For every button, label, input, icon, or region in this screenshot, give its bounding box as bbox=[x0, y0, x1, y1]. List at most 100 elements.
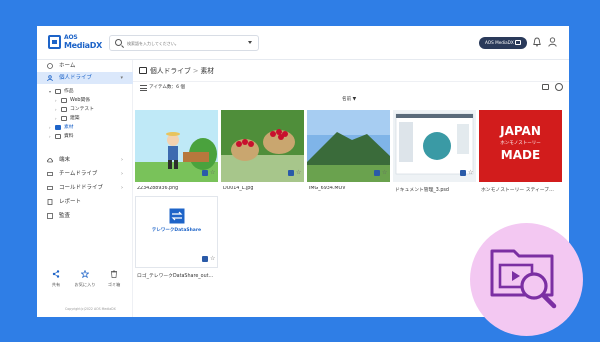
file-name: ロゴ_テレワークDataShare_out… bbox=[137, 274, 214, 279]
thumb-text-made: MADE bbox=[500, 148, 541, 162]
breadcrumb-current: 素材 bbox=[200, 67, 215, 75]
thumb-text-japan: JAPAN bbox=[500, 124, 541, 138]
search-box[interactable] bbox=[109, 35, 259, 51]
breadcrumb-separator: > bbox=[192, 67, 199, 75]
star-icon[interactable]: ☆ bbox=[210, 170, 216, 176]
file-type-icon bbox=[202, 256, 208, 262]
folder-icon bbox=[139, 67, 147, 74]
report-icon bbox=[47, 199, 53, 205]
star-icon[interactable]: ☆ bbox=[210, 256, 216, 262]
chevron-right-icon[interactable]: › bbox=[121, 168, 123, 180]
folder-search-icon bbox=[490, 249, 557, 309]
chevron-right-icon[interactable]: › bbox=[121, 182, 123, 194]
expand-icon[interactable]: › bbox=[55, 96, 57, 105]
sort-dropdown[interactable]: 名前 ▼ bbox=[342, 96, 356, 102]
brand-logo[interactable]: AOS MediaDX bbox=[48, 34, 102, 52]
share-button[interactable]: 共有 bbox=[42, 270, 70, 288]
expand-icon[interactable]: › bbox=[49, 132, 51, 141]
person-icon bbox=[47, 75, 53, 81]
sidebar-item-label: チームドライブ bbox=[59, 171, 98, 177]
file-card[interactable]: ☆ ドキュメント管理_3.psd bbox=[393, 110, 476, 202]
sidebar-item-label: コールドドライブ bbox=[59, 185, 104, 191]
account-label: AOS MediaDX bbox=[485, 40, 514, 45]
sidebar-item-label: 端末 bbox=[59, 157, 71, 163]
search-input[interactable] bbox=[127, 38, 237, 48]
logo-line1: AOS bbox=[64, 34, 78, 41]
file-name: IMG_6934.MOV bbox=[309, 186, 346, 191]
trash-button[interactable]: ゴミ箱 bbox=[100, 270, 128, 288]
data-share-logo-icon bbox=[169, 208, 185, 224]
item-count: アイテム数：6 個 bbox=[149, 85, 186, 90]
sidebar-item-audit[interactable]: 監査 bbox=[37, 210, 133, 222]
sidebar-item-device[interactable]: 端末 › bbox=[37, 154, 133, 166]
tree-item-label: 素材 bbox=[64, 125, 74, 130]
share-label: 共有 bbox=[51, 282, 61, 287]
file-type-icon bbox=[374, 170, 380, 176]
sidebar-item-home[interactable]: ホーム bbox=[37, 60, 133, 72]
tree-item-label: 作品 bbox=[64, 89, 74, 94]
folder-icon bbox=[55, 125, 61, 130]
file-name: DU014_L.jpg bbox=[223, 186, 254, 191]
new-folder-icon[interactable] bbox=[542, 84, 549, 90]
star-icon[interactable]: ☆ bbox=[468, 170, 474, 176]
expand-icon[interactable]: › bbox=[49, 123, 51, 132]
expand-icon[interactable]: › bbox=[55, 105, 57, 114]
sidebar-item-label: 監査 bbox=[59, 213, 71, 219]
folder-icon bbox=[61, 116, 67, 121]
user-icon[interactable] bbox=[548, 37, 557, 47]
sidebar-item-team-drive[interactable]: チームドライブ › bbox=[37, 168, 133, 180]
file-name: 2234288936.png bbox=[137, 186, 179, 191]
sidebar-item-label: ホーム bbox=[59, 63, 76, 69]
file-type-icon bbox=[288, 170, 294, 176]
file-type-icon bbox=[202, 170, 208, 176]
star-icon[interactable]: ☆ bbox=[382, 170, 388, 176]
chevron-right-icon[interactable]: › bbox=[121, 154, 123, 166]
thumb-text-sub: ホンモノストーリー bbox=[500, 141, 541, 146]
share-icon bbox=[52, 270, 60, 278]
favorites-button[interactable]: お気に入り bbox=[71, 270, 99, 288]
folder-icon bbox=[61, 98, 67, 103]
logo-line2: MediaDX bbox=[64, 41, 102, 50]
drive-icon bbox=[47, 186, 53, 190]
logo-text: テレワークDataShare bbox=[151, 228, 202, 233]
chevron-down-icon[interactable]: ▾ bbox=[120, 72, 123, 84]
file-card[interactable]: テレワークDataShare ☆ ロゴ_テレワークDataShare_out… bbox=[135, 196, 218, 288]
breadcrumb: 個人ドライブ > 素材 bbox=[139, 65, 214, 75]
breadcrumb-root[interactable]: 個人ドライブ bbox=[150, 67, 191, 75]
expand-icon[interactable]: › bbox=[55, 114, 57, 123]
file-card[interactable]: ☆ 2234288936.png bbox=[135, 110, 218, 202]
chevron-down-icon[interactable] bbox=[248, 41, 252, 44]
star-icon bbox=[81, 270, 89, 278]
overlay-illustration bbox=[470, 223, 583, 336]
logo-mark bbox=[48, 35, 61, 49]
sidebar-item-report[interactable]: レポート bbox=[37, 196, 133, 208]
home-icon bbox=[47, 63, 53, 69]
list-view-icon[interactable] bbox=[140, 85, 147, 91]
sidebar-item-label: レポート bbox=[59, 199, 82, 205]
audit-icon bbox=[47, 213, 53, 219]
info-icon[interactable] bbox=[555, 83, 563, 91]
sidebar-item-label: 個人ドライブ bbox=[59, 75, 93, 81]
bell-icon[interactable] bbox=[533, 37, 541, 47]
drive-icon bbox=[47, 172, 53, 176]
expand-icon[interactable]: ▾ bbox=[49, 87, 51, 96]
copyright-text: Copyright(c)2022 AOS MediaDX bbox=[65, 307, 116, 311]
folder-icon bbox=[55, 89, 61, 94]
favorites-label: お気に入り bbox=[74, 282, 96, 287]
star-icon[interactable]: ☆ bbox=[296, 170, 302, 176]
cloud-icon bbox=[47, 158, 53, 163]
trash-icon bbox=[111, 270, 117, 278]
file-card[interactable]: JAPAN ホンモノストーリー MADE ホンモノストーリー スティーブ… bbox=[479, 110, 562, 202]
window-icon bbox=[515, 40, 521, 45]
file-card[interactable]: ☆ IMG_6934.MOV bbox=[307, 110, 390, 202]
tree-item-label: コンテスト bbox=[70, 107, 94, 112]
sidebar-item-cold-drive[interactable]: コールドドライブ › bbox=[37, 182, 133, 194]
folder-icon bbox=[55, 134, 61, 139]
sidebar-item-personal-drive[interactable]: 個人ドライブ ▾ bbox=[37, 72, 133, 84]
folder-icon bbox=[61, 107, 67, 112]
account-button[interactable]: AOS MediaDX bbox=[479, 37, 527, 49]
tree-item-label: 建築 bbox=[70, 116, 80, 121]
file-card[interactable]: ☆ DU014_L.jpg bbox=[221, 110, 304, 202]
file-thumbnail: JAPAN ホンモノストーリー MADE bbox=[479, 110, 562, 182]
divider bbox=[133, 81, 569, 82]
